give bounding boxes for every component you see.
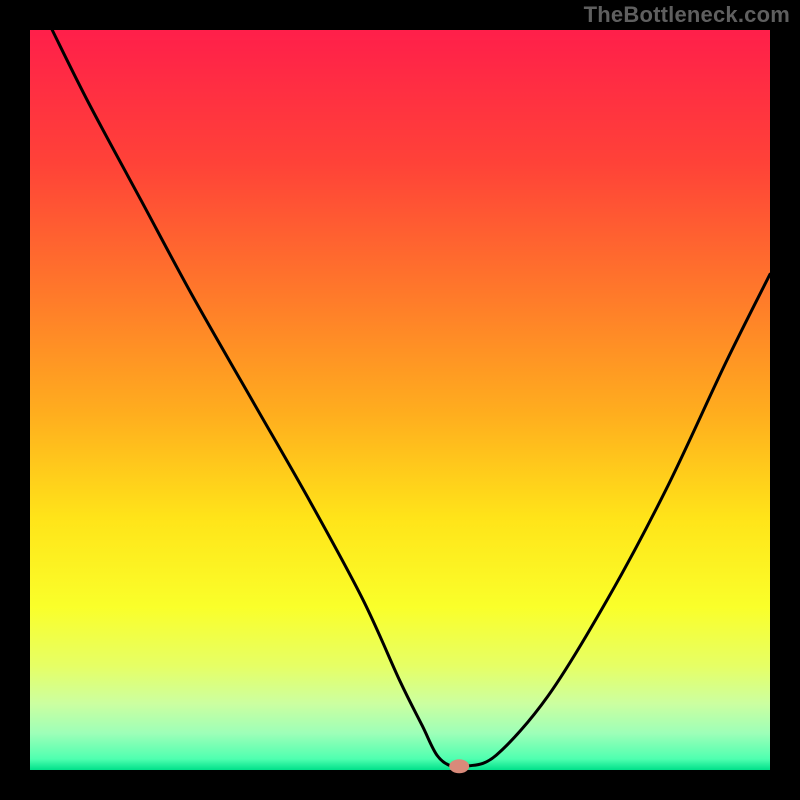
bottleneck-chart bbox=[0, 0, 800, 800]
optimal-point-marker bbox=[449, 759, 469, 773]
chart-container: TheBottleneck.com bbox=[0, 0, 800, 800]
watermark-text: TheBottleneck.com bbox=[584, 2, 790, 28]
chart-gradient-bg bbox=[30, 30, 770, 770]
